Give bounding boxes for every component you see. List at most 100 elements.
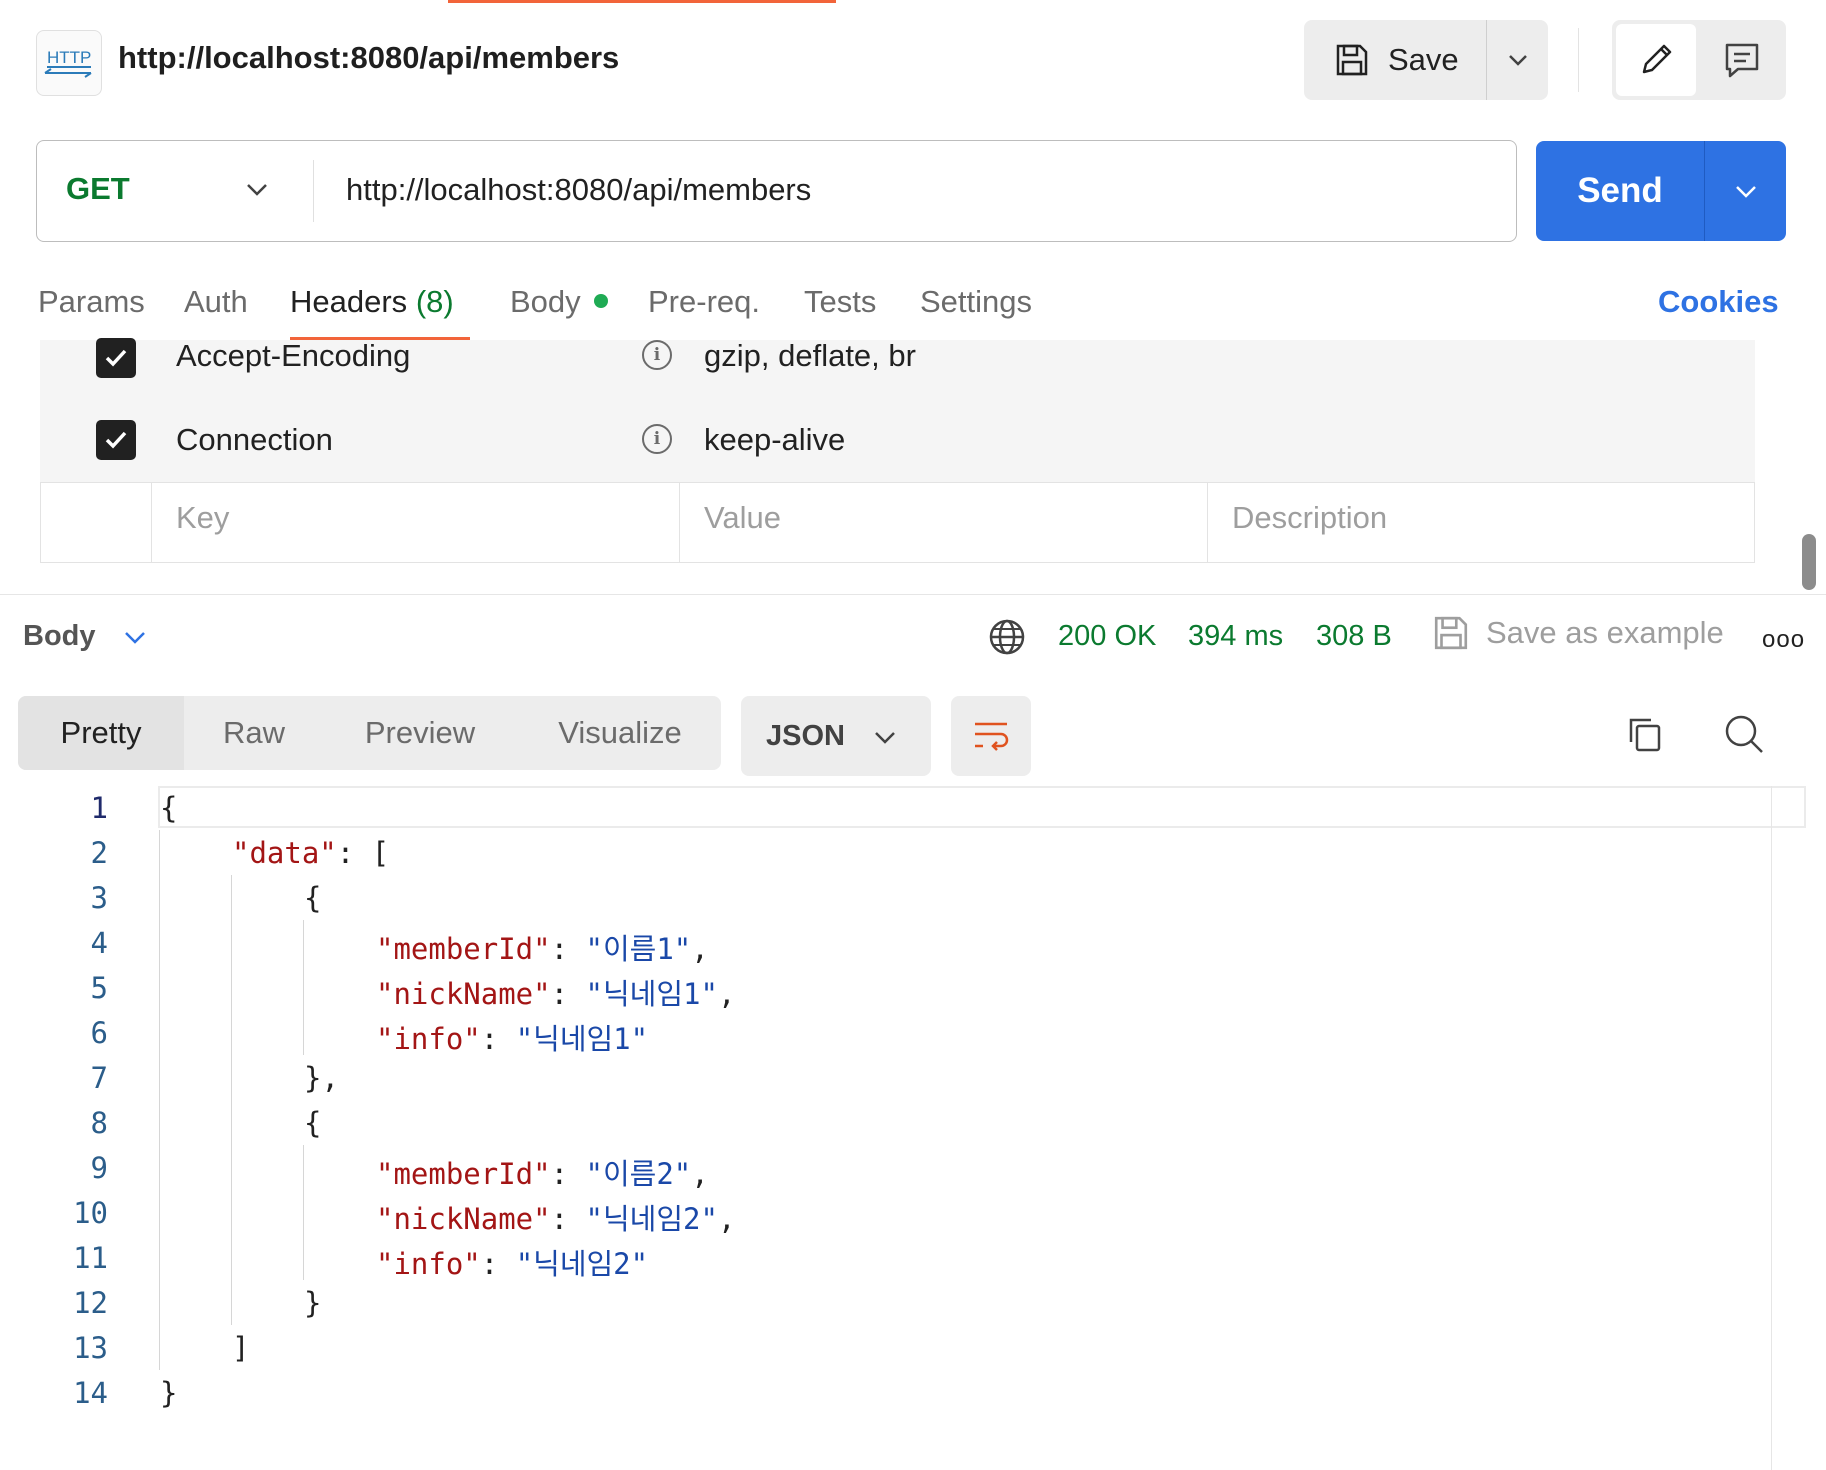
save-options-button[interactable] bbox=[1486, 20, 1549, 100]
json-value: "닉네임1" bbox=[515, 1022, 649, 1056]
indent-guide bbox=[231, 875, 232, 1325]
tab-pretty[interactable]: Pretty bbox=[18, 696, 184, 770]
cell-divider bbox=[1207, 482, 1208, 563]
tab-headers-label: Headers bbox=[290, 284, 408, 319]
tab-tests[interactable]: Tests bbox=[804, 284, 876, 320]
code-line[interactable]: } bbox=[160, 1376, 177, 1410]
tab-headers[interactable]: Headers (8) bbox=[290, 284, 454, 320]
chevron-down-icon[interactable] bbox=[244, 176, 270, 207]
header-checkbox[interactable] bbox=[96, 420, 136, 460]
line-number: 14 bbox=[73, 1376, 108, 1410]
json-key: "nickName" bbox=[376, 1202, 551, 1236]
method-select[interactable]: GET bbox=[66, 171, 130, 207]
info-icon[interactable]: i bbox=[642, 424, 672, 454]
http-request-icon: HTTP bbox=[36, 30, 102, 96]
response-body-label[interactable]: Body bbox=[23, 620, 96, 653]
code-line[interactable]: }, bbox=[304, 1061, 339, 1095]
tab-body[interactable]: Body bbox=[510, 284, 581, 320]
code-line[interactable]: "data": [ bbox=[232, 836, 389, 870]
response-size[interactable]: 308 B bbox=[1316, 620, 1392, 653]
code-line[interactable]: "info": "닉네임2" bbox=[376, 1241, 648, 1283]
tab-raw[interactable]: Raw bbox=[184, 696, 324, 770]
table-row: Accept-Encoding i gzip, deflate, br bbox=[40, 338, 1755, 410]
header-value[interactable]: keep-alive bbox=[704, 422, 845, 458]
globe-icon[interactable] bbox=[988, 618, 1026, 661]
code-line[interactable]: { bbox=[304, 1106, 321, 1140]
response-time[interactable]: 394 ms bbox=[1188, 620, 1283, 653]
save-as-example-button[interactable]: Save as example bbox=[1432, 614, 1724, 652]
tab-params[interactable]: Params bbox=[38, 284, 145, 320]
save-label: Save bbox=[1388, 42, 1459, 77]
code-line[interactable]: } bbox=[304, 1286, 321, 1320]
json-key: "nickName" bbox=[376, 977, 551, 1011]
tab-pre-request[interactable]: Pre-req. bbox=[648, 284, 760, 320]
scrollbar[interactable] bbox=[1802, 534, 1816, 590]
description-input[interactable]: Description bbox=[1232, 500, 1387, 536]
url-input[interactable]: http://localhost:8080/api/members bbox=[346, 172, 811, 208]
json-value: "닉네임2" bbox=[515, 1247, 649, 1281]
table-row: Connection i keep-alive bbox=[40, 420, 1755, 490]
copy-icon[interactable] bbox=[1625, 714, 1665, 759]
code-line[interactable]: "memberId": "이름1", bbox=[376, 926, 709, 968]
wrap-lines-button[interactable] bbox=[951, 696, 1031, 776]
code-line[interactable]: { bbox=[160, 791, 177, 825]
edit-button[interactable] bbox=[1616, 24, 1696, 96]
code-line[interactable]: "info": "닉네임1" bbox=[376, 1016, 648, 1058]
chevron-down-icon bbox=[872, 724, 898, 755]
checkmark-icon bbox=[105, 349, 127, 367]
tab-auth[interactable]: Auth bbox=[184, 284, 248, 320]
json-value: "이름1" bbox=[585, 932, 692, 966]
json-key: "info" bbox=[376, 1022, 481, 1056]
tab-visualize[interactable]: Visualize bbox=[530, 696, 710, 770]
header-checkbox[interactable] bbox=[96, 338, 136, 378]
send-button[interactable]: Send bbox=[1536, 141, 1704, 241]
comments-button[interactable] bbox=[1700, 24, 1784, 96]
info-icon[interactable]: i bbox=[642, 340, 672, 370]
open-brace: { bbox=[304, 881, 322, 915]
save-button[interactable]: Save bbox=[1304, 20, 1486, 100]
close-bracket: ] bbox=[232, 1331, 250, 1365]
search-icon[interactable] bbox=[1722, 712, 1766, 761]
json-value: "닉네임2" bbox=[585, 1202, 718, 1236]
code-line[interactable]: "nickName": "닉네임1", bbox=[376, 971, 735, 1013]
tab-headers-count: (8) bbox=[415, 284, 454, 319]
more-options-button[interactable]: ooo bbox=[1762, 626, 1805, 654]
open-bracket: [ bbox=[371, 836, 390, 870]
code-line[interactable]: "nickName": "닉네임2", bbox=[376, 1196, 735, 1238]
status-code[interactable]: 200 OK bbox=[1058, 620, 1156, 653]
save-icon bbox=[1434, 616, 1468, 650]
line-number: 12 bbox=[73, 1286, 108, 1320]
chevron-down-icon[interactable] bbox=[122, 624, 148, 655]
line-number: 13 bbox=[73, 1331, 108, 1365]
indent-guide bbox=[303, 920, 304, 1055]
code-line[interactable]: ] bbox=[232, 1331, 249, 1365]
json-value: "닉네임1" bbox=[585, 977, 718, 1011]
comment-icon bbox=[1725, 43, 1759, 78]
tab-settings[interactable]: Settings bbox=[920, 284, 1032, 320]
header-key[interactable]: Connection bbox=[176, 422, 333, 458]
json-key: "data" bbox=[232, 836, 337, 870]
code-line[interactable]: { bbox=[304, 881, 321, 915]
line-number: 1 bbox=[90, 791, 108, 825]
json-key: "memberId" bbox=[376, 932, 551, 966]
active-tab-indicator bbox=[448, 0, 836, 3]
chevron-down-icon bbox=[1735, 186, 1756, 198]
header-key[interactable]: Accept-Encoding bbox=[176, 338, 410, 374]
save-icon bbox=[1336, 44, 1368, 76]
cookies-link[interactable]: Cookies bbox=[1658, 284, 1779, 320]
http-icon-label: HTTP bbox=[47, 48, 91, 67]
pane-divider[interactable] bbox=[0, 594, 1826, 595]
key-input[interactable]: Key bbox=[176, 500, 229, 536]
send-options-button[interactable] bbox=[1705, 141, 1786, 241]
tab-preview[interactable]: Preview bbox=[340, 696, 500, 770]
close-brace: } bbox=[160, 1376, 178, 1410]
open-brace: { bbox=[160, 791, 178, 825]
wrap-lines-icon bbox=[975, 722, 1009, 751]
value-input[interactable]: Value bbox=[704, 500, 781, 536]
header-value[interactable]: gzip, deflate, br bbox=[704, 338, 916, 374]
code-line[interactable]: "memberId": "이름2", bbox=[376, 1151, 709, 1193]
request-title[interactable]: http://localhost:8080/api/members bbox=[118, 40, 619, 76]
line-number: 6 bbox=[90, 1016, 108, 1050]
line-number: 10 bbox=[73, 1196, 108, 1230]
checkmark-icon bbox=[105, 431, 127, 449]
